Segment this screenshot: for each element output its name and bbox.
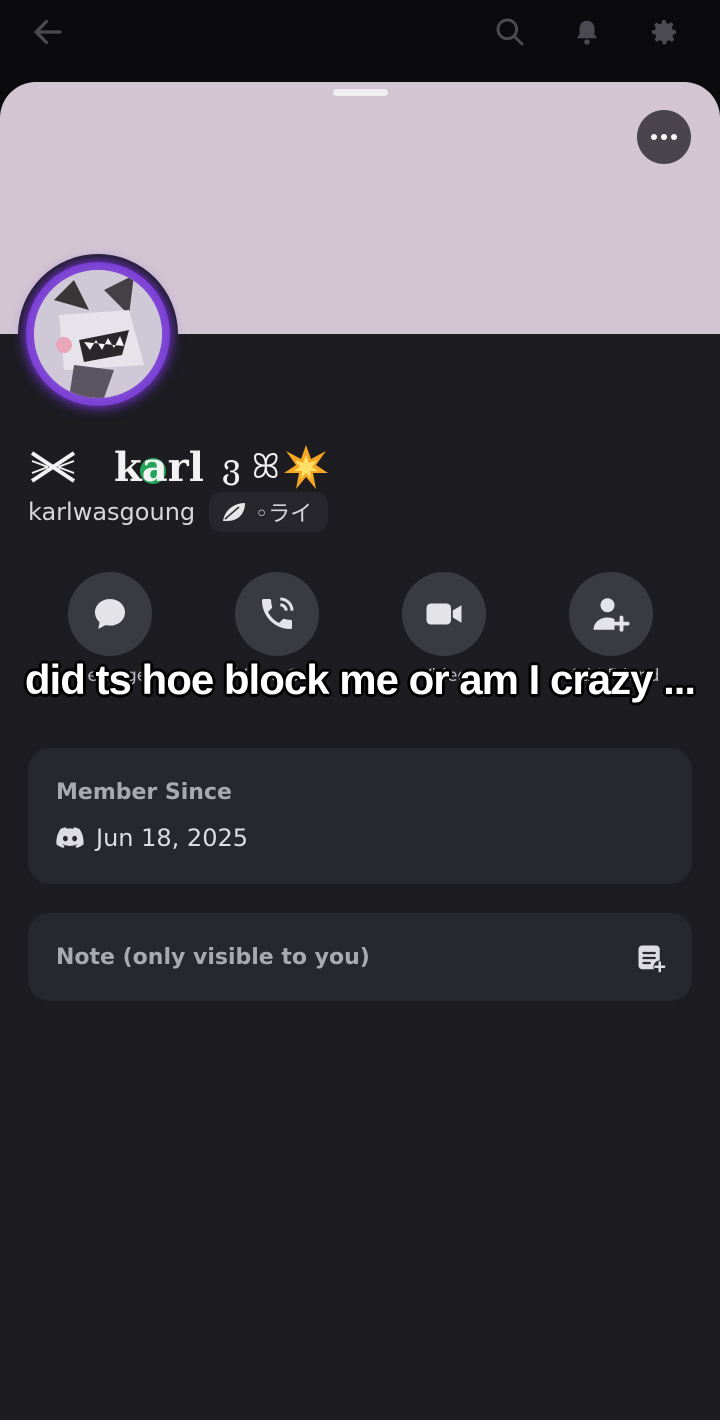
discord-logo-icon [56,827,84,848]
avatar-image [34,270,162,398]
member-since-title: Member Since [56,780,232,805]
chat-bubble-icon [95,599,125,629]
more-options-button[interactable] [637,110,691,164]
member-since-date: Jun 18, 2025 [96,824,249,852]
video-camera-icon [426,603,462,625]
gear-icon[interactable] [644,12,684,52]
note-field[interactable]: Note (only visible to you) [28,913,692,1001]
crossed-swords-icon [30,451,76,483]
leaf-icon [223,503,246,521]
note-edit-icon[interactable] [636,943,666,973]
display-name: karl [114,443,204,491]
server-tag-label: ◦ライ [255,502,313,527]
user-plus-icon [593,598,630,632]
display-name-row: karl ვ ꕤ [28,442,330,492]
more-horizontal-icon [651,134,677,140]
bell-icon[interactable] [567,12,607,52]
display-name-suffix: ვ ꕤ [221,447,280,487]
profile-sheet: karl ვ ꕤ karlwasgoung ◦ライ Message Voice … [0,82,720,1420]
video-caption: did ts hoe block me or am I crazy ... [24,656,696,703]
username: karlwasgoung [28,498,196,526]
phone-icon [262,597,294,629]
username-row: karlwasgoung ◦ライ [28,492,329,532]
back-arrow-icon[interactable] [28,12,68,52]
collision-emoji-icon [283,445,328,489]
drag-handle[interactable] [333,89,388,96]
note-placeholder: Note (only visible to you) [56,945,370,970]
search-icon[interactable] [490,12,530,52]
server-tag[interactable]: ◦ライ [209,492,329,532]
top-bar [0,0,720,76]
member-since-card: Member Since Jun 18, 2025 [28,748,692,884]
avatar[interactable] [18,254,178,490]
